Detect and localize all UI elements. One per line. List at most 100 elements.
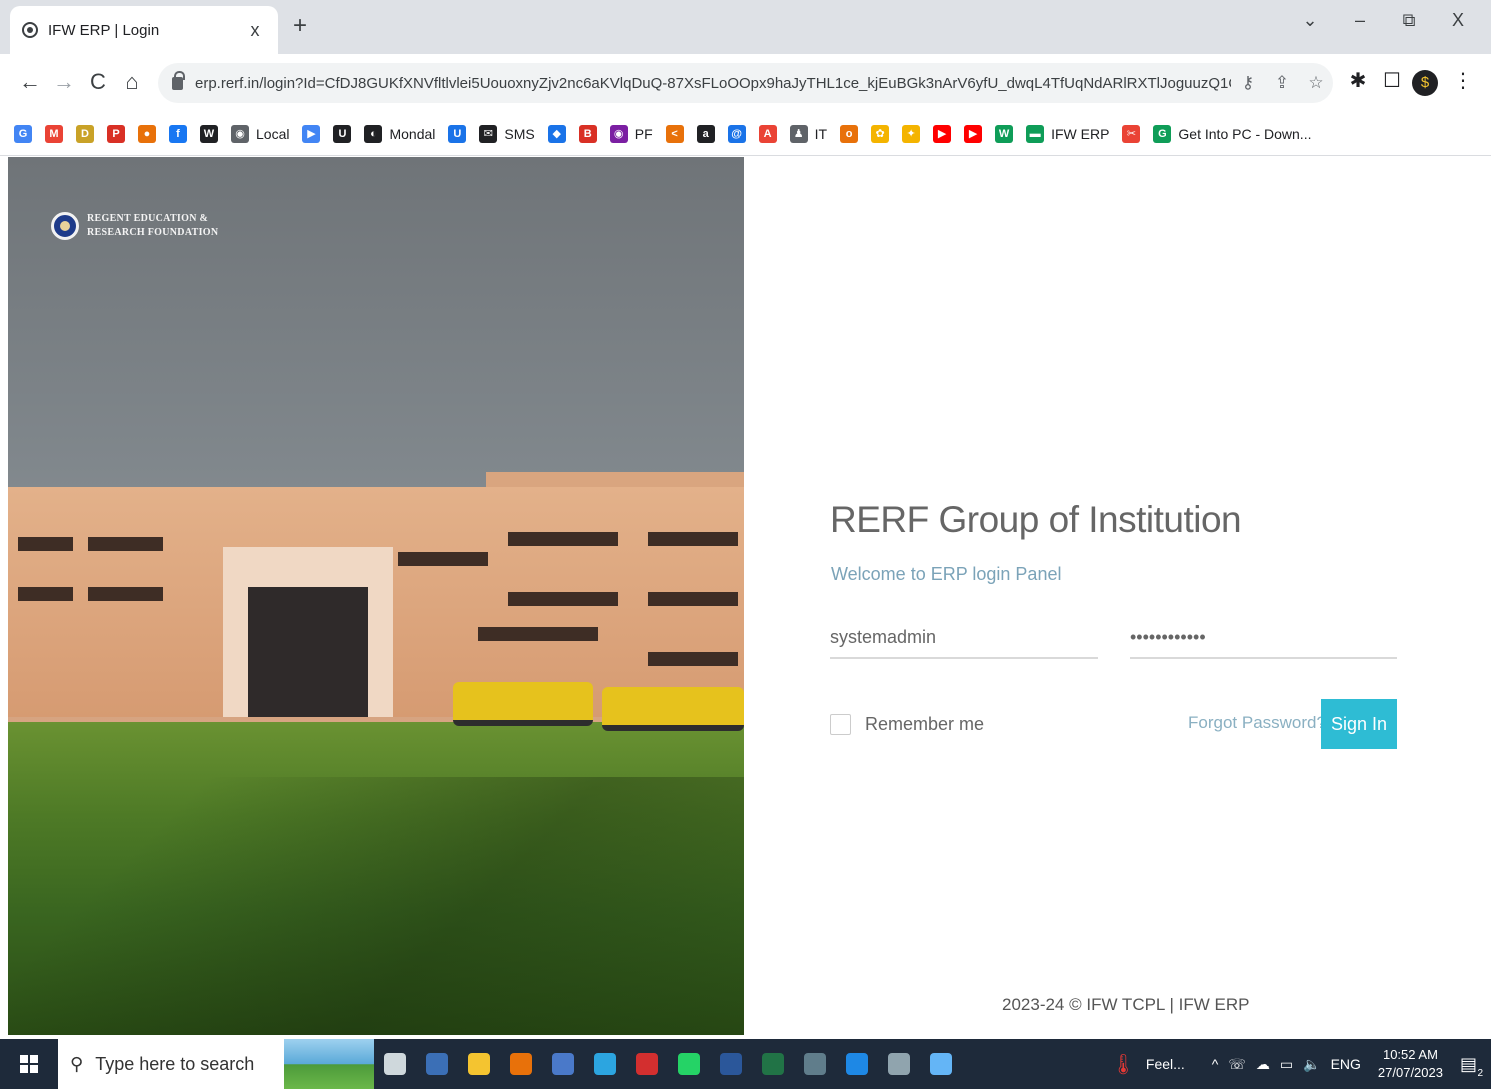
- username-input[interactable]: [830, 617, 1098, 657]
- bookmark-item[interactable]: W: [995, 124, 1014, 143]
- start-button[interactable]: [0, 1039, 58, 1089]
- bookmark-item[interactable]: o: [840, 124, 859, 143]
- bookmark-item[interactable]: ▶: [933, 124, 952, 143]
- thermometer-icon[interactable]: 🌡: [1111, 1052, 1136, 1077]
- minimize-icon[interactable]: –: [1345, 10, 1375, 31]
- volume-icon[interactable]: 🔈: [1303, 1056, 1320, 1073]
- password-field[interactable]: [1130, 617, 1397, 659]
- bookmark-item[interactable]: P: [107, 124, 125, 143]
- word-taskbar-icon[interactable]: [710, 1039, 752, 1089]
- bookmark-item[interactable]: ♟ IT: [789, 124, 827, 143]
- page-footer: 2023-24 © IFW TCPL | IFW ERP: [1002, 995, 1250, 1014]
- chrome-taskbar-icon[interactable]: [500, 1039, 542, 1089]
- network-icon[interactable]: ▭: [1280, 1056, 1293, 1073]
- telegram-taskbar-icon[interactable]: [584, 1039, 626, 1089]
- bookmark-item[interactable]: ✿: [871, 124, 890, 143]
- bookmark-item[interactable]: ✂: [1122, 124, 1141, 143]
- bookmark-item[interactable]: a: [696, 124, 715, 143]
- tab-search-chevron-icon[interactable]: ⌄: [1295, 10, 1325, 31]
- home-icon[interactable]: ⌂: [118, 69, 146, 95]
- bookmark-item[interactable]: ◉ PF: [609, 124, 653, 143]
- password-key-icon[interactable]: ⚷: [1231, 73, 1265, 93]
- bookmark-item[interactable]: ●: [138, 124, 156, 143]
- address-bar[interactable]: erp.rerf.in/login?Id=CfDJ8GUKfXNVfltlvle…: [158, 63, 1333, 103]
- windows-taskbar: ⚲ Type here to search 🌡 Feel... ^ ☏ ☁ ▭ …: [0, 1039, 1491, 1089]
- building-entrance: [223, 547, 393, 717]
- bookmark-item[interactable]: <: [665, 124, 684, 143]
- forward-icon[interactable]: →: [50, 69, 78, 95]
- task-view-taskbar-icon[interactable]: [374, 1039, 416, 1089]
- bookmark-item[interactable]: ◆: [547, 124, 566, 143]
- tray-chevron-icon[interactable]: ^: [1212, 1056, 1219, 1072]
- favicon-icon: [22, 22, 38, 38]
- app-blue-taskbar-icon[interactable]: [542, 1039, 584, 1089]
- lock-icon[interactable]: [172, 70, 185, 90]
- app-photo-taskbar-icon[interactable]: [920, 1039, 962, 1089]
- calculator-taskbar-icon[interactable]: [416, 1039, 458, 1089]
- bookmark-item[interactable]: U: [333, 124, 352, 143]
- reload-icon[interactable]: C: [84, 69, 112, 95]
- bookmark-star-icon[interactable]: ☆: [1299, 73, 1333, 93]
- taskbar-search[interactable]: ⚲ Type here to search: [58, 1039, 284, 1089]
- bookmark-icon: ♟: [789, 124, 808, 143]
- restore-icon[interactable]: ⧉: [1394, 10, 1424, 31]
- bookmark-item[interactable]: G Get Into PC - Down...: [1153, 124, 1311, 143]
- meet-icon[interactable]: ☏: [1228, 1056, 1246, 1073]
- bookmark-icon: G: [1153, 124, 1172, 143]
- language-indicator[interactable]: ENG: [1331, 1056, 1361, 1072]
- campus-hero-image: REGENT EDUCATION & RESEARCH FOUNDATION: [8, 157, 744, 1035]
- profile-icon[interactable]: $: [1412, 70, 1438, 96]
- extensions-puzzle-icon[interactable]: ✱: [1343, 68, 1373, 93]
- weather-label[interactable]: Feel...: [1146, 1056, 1185, 1072]
- url-text[interactable]: erp.rerf.in/login?Id=CfDJ8GUKfXNVfltlvle…: [195, 75, 1231, 92]
- browser-menu-icon[interactable]: ⋮: [1448, 68, 1478, 93]
- bookmark-item[interactable]: ◐ Mondal: [364, 124, 435, 143]
- username-field[interactable]: [830, 617, 1098, 659]
- app-red-taskbar-icon[interactable]: [626, 1039, 668, 1089]
- task-view-icon: [384, 1053, 406, 1075]
- app-circle-taskbar-icon[interactable]: [836, 1039, 878, 1089]
- bookmark-item[interactable]: G: [14, 124, 32, 143]
- excel-taskbar-icon[interactable]: [752, 1039, 794, 1089]
- bookmark-item[interactable]: A: [758, 124, 777, 143]
- share-icon[interactable]: ⇪: [1265, 73, 1299, 93]
- bookmark-item[interactable]: @: [727, 124, 746, 143]
- browser-tab[interactable]: IFW ERP | Login x: [10, 6, 278, 54]
- search-highlight-image[interactable]: [284, 1039, 374, 1089]
- remember-me-label[interactable]: Remember me: [865, 714, 984, 735]
- app-record-icon: [804, 1053, 826, 1075]
- bookmark-item[interactable]: U: [448, 124, 467, 143]
- bookmark-item[interactable]: f: [169, 124, 187, 143]
- forgot-password-link[interactable]: Forgot Password?: [1188, 713, 1326, 733]
- password-input[interactable]: [1130, 617, 1397, 657]
- onedrive-icon[interactable]: ☁: [1256, 1056, 1270, 1073]
- remember-me[interactable]: Remember me: [830, 714, 984, 735]
- app-figure-taskbar-icon[interactable]: [878, 1039, 920, 1089]
- bookmark-item[interactable]: ◉ Local: [231, 124, 289, 143]
- bookmark-item[interactable]: ✉ SMS: [479, 124, 535, 143]
- sign-in-button[interactable]: Sign In: [1321, 699, 1397, 749]
- bookmark-item[interactable]: ▶: [964, 124, 983, 143]
- bookmark-item[interactable]: D: [76, 124, 94, 143]
- bookmark-item[interactable]: ▶: [302, 124, 321, 143]
- bookmark-item[interactable]: M: [45, 124, 63, 143]
- bookmark-item[interactable]: ▬ IFW ERP: [1026, 124, 1109, 143]
- window-close-icon[interactable]: X: [1443, 10, 1473, 31]
- remember-me-checkbox[interactable]: [830, 714, 851, 735]
- app-record-taskbar-icon[interactable]: [794, 1039, 836, 1089]
- bookmark-icon: ◆: [547, 124, 566, 143]
- app-photo-icon: [930, 1053, 952, 1075]
- bookmark-item[interactable]: ✦: [902, 124, 921, 143]
- bookmark-icon: A: [758, 124, 777, 143]
- file-explorer-taskbar-icon[interactable]: [458, 1039, 500, 1089]
- whatsapp-taskbar-icon[interactable]: [668, 1039, 710, 1089]
- tab-close-icon[interactable]: x: [244, 20, 266, 41]
- new-tab-icon[interactable]: +: [286, 12, 314, 40]
- notifications-icon[interactable]: ▤ 2: [1460, 1054, 1483, 1079]
- bookmark-item[interactable]: B: [578, 124, 597, 143]
- taskbar-clock[interactable]: 10:52 AM 27/07/2023: [1378, 1046, 1443, 1082]
- side-panel-icon[interactable]: ☐: [1377, 68, 1407, 93]
- tab-title: IFW ERP | Login: [48, 21, 160, 39]
- bookmark-item[interactable]: W: [200, 124, 218, 143]
- back-icon[interactable]: ←: [16, 69, 44, 95]
